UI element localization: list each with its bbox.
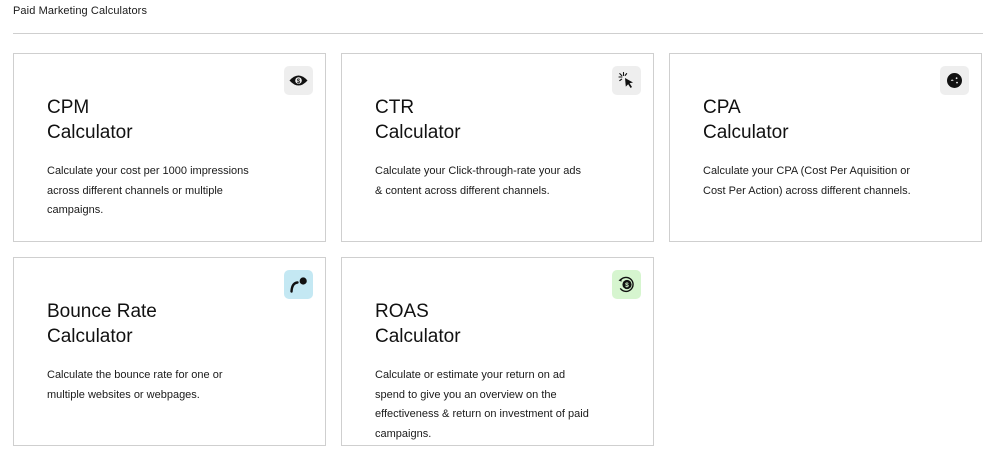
icon-badge: $ xyxy=(612,270,641,299)
card-title: CPM Calculator xyxy=(47,97,133,143)
icon-badge xyxy=(940,66,969,95)
svg-text:$: $ xyxy=(625,282,629,289)
icon-badge: $ xyxy=(284,66,313,95)
ctr-calculator-card[interactable]: CTR Calculator Calculate your Click-thro… xyxy=(341,53,654,242)
section-divider xyxy=(13,33,983,34)
icon-badge xyxy=(284,270,313,299)
cursor-click-icon xyxy=(618,72,633,88)
card-title: CTR Calculator xyxy=(375,97,461,143)
target-cost-icon xyxy=(947,73,962,88)
card-title: CPA Calculator xyxy=(703,97,789,143)
card-description: Calculate your Click-through-rate your a… xyxy=(375,165,582,197)
roas-calculator-card[interactable]: ROAS Calculator Calculate or estimate yo… xyxy=(341,257,654,446)
card-description: Calculate your cost per 1000 impressions… xyxy=(47,165,249,216)
return-dollar-icon: $ xyxy=(618,276,634,293)
cpa-calculator-card[interactable]: CPA Calculator Calculate your CPA (Cost … xyxy=(669,53,982,242)
bounce-icon xyxy=(290,277,307,293)
eye-dollar-icon: $ xyxy=(289,75,308,86)
cpm-calculator-card[interactable]: CPM Calculator Calculate your cost per 1… xyxy=(13,53,326,242)
section-title: Paid Marketing Calculators xyxy=(13,5,148,17)
card-description: Calculate your CPA (Cost Per Aquisition … xyxy=(703,165,911,197)
bounce-rate-calculator-card[interactable]: Bounce Rate Calculator Calculate the bou… xyxy=(13,257,326,446)
card-description: Calculate the bounce rate for one or mul… xyxy=(47,369,223,401)
card-description: Calculate or estimate your return on ad … xyxy=(375,369,589,440)
card-title: Bounce Rate Calculator xyxy=(47,301,157,347)
card-title: ROAS Calculator xyxy=(375,301,461,347)
icon-badge xyxy=(612,66,641,95)
